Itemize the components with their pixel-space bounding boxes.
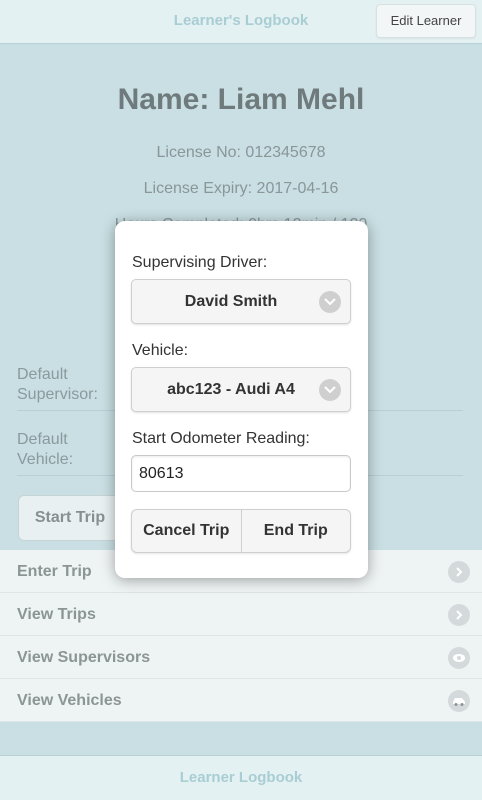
header-bar: Learner's Logbook Edit Learner [0,0,482,44]
learner-name: Name: Liam Mehl [117,83,365,116]
vehicle-label: Vehicle: [132,342,189,359]
vehicle-select[interactable]: abc123 - Audi A4 [131,367,351,412]
start-trip-popup: Supervising Driver: David Smith Vehicle:… [115,221,368,578]
default-supervisor-label: Default Supervisor: [17,366,98,403]
license-number: License No: 012345678 [156,144,326,161]
menu-item-view-vehicles[interactable]: View Vehicles [0,679,482,722]
chevron-right-icon [448,561,470,583]
menu-item-label: View Trips [17,606,96,623]
default-vehicle-label: Default Vehicle: [17,431,74,468]
menu-item-view-supervisors[interactable]: View Supervisors [0,636,482,679]
footer-title: Learner Logbook [179,769,303,786]
menu-item-label: View Supervisors [17,649,151,666]
car-icon [448,690,470,712]
menu-item-label: Enter Trip [17,563,92,580]
supervising-driver-select[interactable]: David Smith [131,279,351,324]
chevron-right-icon [448,604,470,626]
end-trip-button[interactable]: End Trip [240,510,351,552]
footer-bar: Learner Logbook [0,755,482,800]
start-odometer-label: Start Odometer Reading: [132,430,310,447]
menu-item-view-trips[interactable]: View Trips [0,593,482,636]
edit-learner-button[interactable]: Edit Learner [376,4,476,38]
start-trip-button[interactable]: Start Trip [18,495,122,541]
supervising-driver-value: David Smith [184,293,278,310]
vehicle-value: abc123 - Audi A4 [167,381,295,398]
menu-item-label: View Vehicles [17,692,122,709]
trip-action-buttons: Cancel Trip End Trip [131,509,351,553]
cancel-trip-button[interactable]: Cancel Trip [132,510,241,552]
start-odometer-input[interactable]: 80613 [131,455,351,492]
eye-icon [448,647,470,669]
chevron-down-icon [319,291,341,313]
chevron-down-icon [319,379,341,401]
license-expiry: License Expiry: 2017-04-16 [143,180,339,197]
supervising-driver-label: Supervising Driver: [132,254,268,271]
